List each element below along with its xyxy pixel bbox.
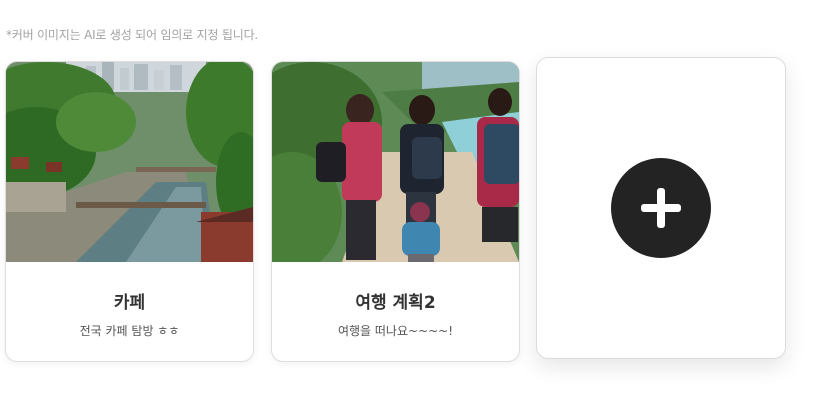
card-description: 전국 카페 탐방 ㅎㅎ — [79, 324, 180, 338]
plan-card-trip[interactable]: 여행 계획2 여행을 떠나요~~~~! — [271, 61, 520, 362]
plus-icon — [657, 188, 665, 228]
cover-image-notice: *커버 이미지는 AI로 생성 되어 임의로 지정 됩니다. — [6, 28, 259, 42]
card-description: 여행을 떠나요~~~~! — [337, 324, 454, 338]
cover-image — [272, 62, 519, 262]
cover-image — [6, 62, 253, 262]
plan-card-cafe[interactable]: 카페 전국 카페 탐방 ㅎㅎ — [5, 61, 254, 362]
family-hiking-image — [272, 62, 519, 262]
card-title: 카페 — [113, 293, 146, 313]
add-plan-card[interactable] — [536, 57, 786, 359]
add-plan-button[interactable] — [611, 158, 711, 258]
travel-plans-page: *커버 이미지는 AI로 생성 되어 임의로 지정 됩니다. 카페 전국 카페 … — [0, 0, 820, 405]
plan-card-list: 카페 전국 카페 탐방 ㅎㅎ 여행 계획2 여행을 떠나요~~~~! — [5, 57, 795, 367]
card-title: 여행 계획2 — [355, 293, 436, 313]
river-city-image — [6, 62, 253, 262]
